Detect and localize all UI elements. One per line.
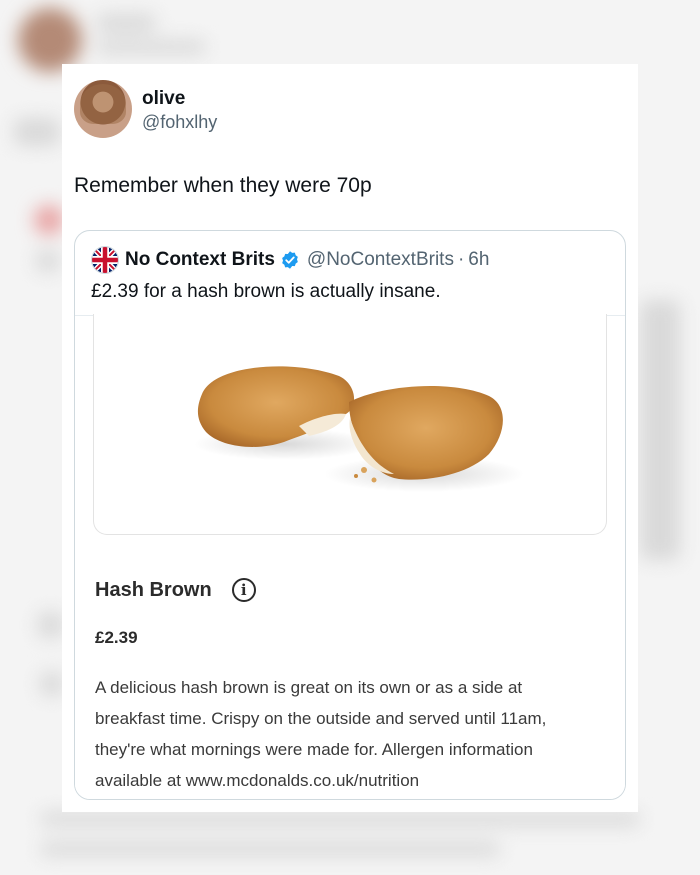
quoted-tweet-header: No Context Brits @NoContextBrits · 6h — [91, 246, 489, 274]
product-title: Hash Brown — [95, 578, 212, 601]
quoted-tweet[interactable]: No Context Brits @NoContextBrits · 6h £2… — [74, 230, 626, 800]
quoted-display-name[interactable]: No Context Brits — [125, 249, 275, 271]
product-description: A delicious hash brown is great on its o… — [95, 678, 547, 790]
product-price: £2.39 — [95, 628, 138, 647]
product-title-row: Hash Brown i — [95, 578, 256, 602]
avatar[interactable] — [74, 80, 132, 138]
verified-badge-icon — [282, 251, 298, 269]
quoted-timestamp[interactable]: 6h — [468, 249, 489, 271]
hash-brown-illustration — [194, 366, 524, 492]
quoted-handle[interactable]: @NoContextBrits — [307, 249, 454, 271]
separator-dot: · — [457, 249, 465, 270]
user-handle[interactable]: @fohxlhy — [142, 112, 217, 133]
info-icon[interactable]: i — [231, 578, 256, 602]
hash-brown-photo — [93, 314, 607, 535]
display-name[interactable]: olive — [142, 88, 185, 110]
tweet-text: Remember when they were 70p — [74, 174, 372, 197]
union-jack-flag-icon[interactable] — [91, 246, 119, 274]
tweet-card: olive @fohxlhy Remember when they were 7… — [62, 64, 638, 812]
quoted-media-image[interactable]: Hash Brown i £2.39 A delicious hash brow… — [75, 314, 625, 799]
quoted-tweet-text: £2.39 for a hash brown is actually insan… — [91, 281, 441, 302]
